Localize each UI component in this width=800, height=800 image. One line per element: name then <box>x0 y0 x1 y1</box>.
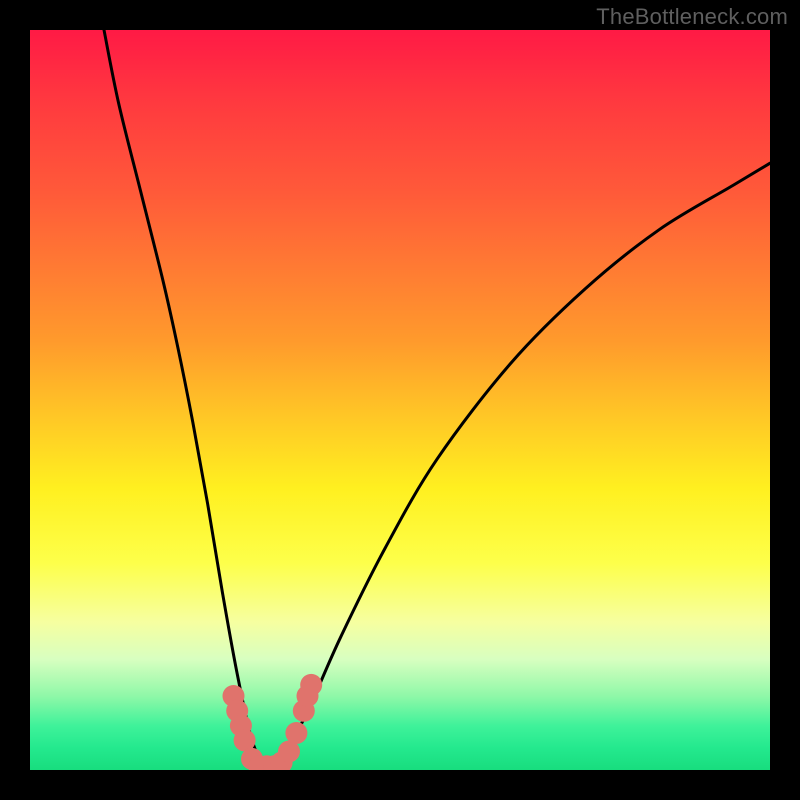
plot-area <box>30 30 770 770</box>
chart-svg <box>30 30 770 770</box>
marker-dot <box>285 722 307 744</box>
chart-frame: TheBottleneck.com <box>0 0 800 800</box>
marker-dot <box>300 674 322 696</box>
watermark-text: TheBottleneck.com <box>596 4 788 30</box>
bottleneck-curve <box>104 30 770 770</box>
marker-cluster <box>223 674 323 770</box>
